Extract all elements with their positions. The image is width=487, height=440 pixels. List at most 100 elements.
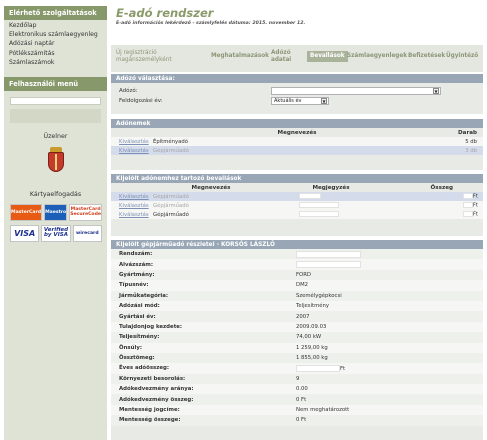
main-content: E-adó rendszer E-adó információs lekérde… bbox=[111, 6, 483, 440]
nav-taxpayer-data[interactable]: Adózó adatai bbox=[271, 50, 291, 63]
taxpayer-select-panel: Adózó választása: Adózó: ▼ Feldolgozási … bbox=[111, 74, 483, 114]
detail-value-cell bbox=[296, 249, 483, 260]
tax-type-name: Gépjárműadó bbox=[151, 146, 443, 155]
table-row: Kiválasztás Gépjárműadó Ft bbox=[111, 201, 483, 210]
detail-label: Teljesítmény: bbox=[111, 332, 296, 343]
detail-label: Mentesség jogcíme: bbox=[111, 404, 296, 416]
chevron-down-icon: ▼ bbox=[433, 88, 439, 94]
nav-new-registration[interactable]: Új regisztráció magánszemélyként bbox=[116, 50, 172, 63]
table-header-row: Megnevezés Darab bbox=[111, 128, 483, 137]
tax-type-count: 5 db bbox=[443, 137, 483, 146]
sidebar-item-accounts[interactable]: Számlaszámok bbox=[9, 59, 107, 68]
sidebar-item-tax-calendar[interactable]: Adózási naptár bbox=[9, 40, 107, 49]
detail-row: Mentesség összege: 0 Ft bbox=[111, 415, 483, 426]
detail-row: Éves adóösszeg: Ft bbox=[111, 363, 483, 374]
nav-payments[interactable]: Befizetések bbox=[408, 53, 445, 60]
login-area bbox=[10, 108, 101, 123]
amount-currency: Ft bbox=[472, 211, 478, 218]
detail-value: Nem meghatározott bbox=[296, 407, 350, 414]
nav-taxpayer-data-line1: Adózó bbox=[271, 50, 291, 56]
table-header-name: Megnevezés bbox=[151, 183, 271, 192]
nav-authorizations[interactable]: Meghatalmazások bbox=[211, 53, 269, 60]
detail-label: Tulajdonjog kezdete: bbox=[111, 321, 296, 333]
nav-balances[interactable]: Számlaegyenlegek bbox=[347, 53, 407, 60]
detail-value-cell: 2009.09.03 bbox=[296, 321, 483, 333]
mastercard-securecode-logo: MasterCard SecureCode bbox=[69, 203, 102, 221]
detail-value-box bbox=[296, 250, 361, 258]
detail-row: Adózási mód: Teljesítmény bbox=[111, 300, 483, 312]
detail-value: Ft bbox=[340, 365, 346, 372]
sidebar: Elérhető szolgáltatások Kezdőlap Elektro… bbox=[4, 6, 107, 440]
detail-label: Típusnév: bbox=[111, 280, 296, 291]
detail-row: Gyártási év: 2007 bbox=[111, 311, 483, 322]
return-name: Gépjárműadó bbox=[151, 201, 271, 210]
amount-currency: Ft bbox=[472, 202, 478, 209]
detail-label: Adókedvezmény összeg: bbox=[111, 394, 296, 405]
detail-label: Adókedvezmény aránya: bbox=[111, 384, 296, 395]
nav-returns[interactable]: Bevallások bbox=[307, 51, 348, 62]
detail-row: Alvázszám: bbox=[111, 259, 483, 270]
detail-row: Mentesség jogcíme: Nem meghatározott bbox=[111, 404, 483, 416]
detail-row: Önsúly: 1 259,00 kg bbox=[111, 342, 483, 353]
services-header: Elérhető szolgáltatások bbox=[4, 6, 107, 20]
detail-row: Adókedvezmény aránya: 0.00 bbox=[111, 384, 483, 395]
detail-value: 9 bbox=[296, 375, 300, 382]
detail-row: Teljesítmény: 74,00 kW bbox=[111, 332, 483, 343]
detail-value: Személygépkocsi bbox=[296, 292, 342, 299]
note-value bbox=[299, 193, 321, 200]
detail-value-cell: 0 Ft bbox=[296, 415, 483, 426]
page-subtitle: E-adó információs lekérdező - számlyfelé… bbox=[116, 21, 306, 26]
table-row: Kiválasztás Gépjárműadó Ft bbox=[111, 210, 483, 219]
chevron-down-icon: ▼ bbox=[321, 98, 327, 104]
taxpayer-select[interactable]: ▼ bbox=[271, 87, 441, 95]
detail-label: Mentesség összege: bbox=[111, 415, 296, 426]
return-name: Gépjárműadó bbox=[151, 210, 271, 219]
detail-value: 74,00 kW bbox=[296, 334, 322, 341]
taxpayer-row: Adózó: ▼ bbox=[111, 86, 483, 96]
note-value bbox=[299, 211, 339, 218]
detail-row: Adókedvezmény összeg: 0 Ft bbox=[111, 394, 483, 405]
select-link[interactable]: Kiválasztás bbox=[119, 203, 149, 209]
tax-type-name: Építményadó bbox=[151, 137, 443, 146]
verified-by-visa-logo: Verified by VISA bbox=[41, 224, 71, 242]
login-field[interactable] bbox=[10, 96, 101, 105]
amount-currency: Ft bbox=[472, 193, 478, 200]
detail-label: Rendszám: bbox=[111, 249, 296, 260]
detail-value-cell: DM2 bbox=[296, 280, 483, 291]
detail-value-cell: 1 855,00 kg bbox=[296, 352, 483, 364]
detail-label: Gyártási év: bbox=[111, 311, 296, 322]
tax-type-count: 3 db bbox=[443, 146, 483, 155]
detail-label: Alvázszám: bbox=[111, 259, 296, 270]
select-link[interactable]: Kiválasztás bbox=[119, 148, 149, 154]
detail-value-cell: Nem meghatározott bbox=[296, 404, 483, 416]
user-menu-header: Felhasználói menü bbox=[4, 76, 107, 91]
select-link[interactable]: Kiválasztás bbox=[119, 139, 149, 145]
card-row: VISA Verified by VISA wirecard bbox=[10, 224, 102, 242]
detail-label: Környezeti besorolás: bbox=[111, 373, 296, 385]
detail-label: Járműkategória: bbox=[111, 290, 296, 301]
table-row: Kiválasztás Gépjárműadó 3 db bbox=[111, 146, 483, 155]
sidebar-item-home[interactable]: Kezdőlap bbox=[9, 22, 107, 31]
partner-label: Üzelner bbox=[43, 132, 68, 140]
detail-value: 0 Ft bbox=[296, 417, 307, 424]
select-link[interactable]: Kiválasztás bbox=[119, 194, 149, 200]
detail-value-cell: 0.00 bbox=[296, 384, 483, 395]
detail-label: Éves adóösszeg: bbox=[111, 363, 296, 374]
detail-label: Gyártmány: bbox=[111, 269, 296, 281]
nav-taxpayer-data-line2: adatai bbox=[271, 56, 292, 63]
detail-value-cell: Teljesítmény bbox=[296, 300, 483, 312]
detail-value-cell: Ft bbox=[296, 363, 483, 374]
detail-row: Környezeti besorolás: 9 bbox=[111, 373, 483, 385]
nav-new-registration-line2: magánszemélyként bbox=[116, 56, 172, 63]
returns-panel: Kijelölt adónemhez tartozó bevallások Me… bbox=[111, 174, 483, 236]
detail-label: Össztömeg: bbox=[111, 352, 296, 364]
detail-row: Össztömeg: 1 855,00 kg bbox=[111, 352, 483, 364]
select-link[interactable]: Kiválasztás bbox=[119, 212, 149, 218]
detail-value-cell: 2007 bbox=[296, 311, 483, 322]
sidebar-item-surcharge[interactable]: Pótlékszámítás bbox=[9, 50, 107, 59]
sidebar-item-balance[interactable]: Elektronikus számlaegyenleg bbox=[9, 31, 107, 40]
table-header-link bbox=[111, 128, 151, 137]
detail-value-cell: 74,00 kW bbox=[296, 332, 483, 343]
processing-year-select[interactable]: Aktuális év ▼ bbox=[271, 97, 329, 105]
nav-administrator[interactable]: Ügyintéző bbox=[446, 53, 478, 60]
